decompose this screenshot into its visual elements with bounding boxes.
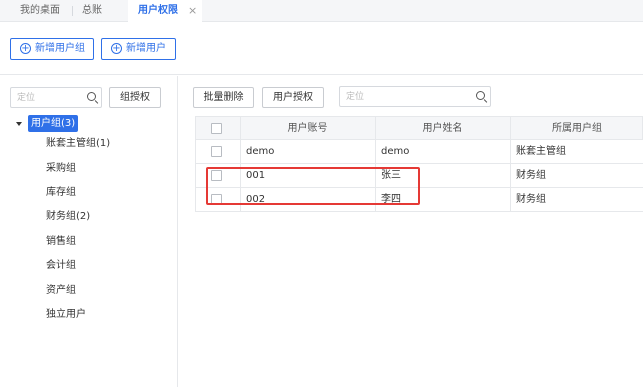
table-header: 用户账号 用户姓名 所属用户组 xyxy=(195,116,643,141)
add-user-group-label: 新增用户组 xyxy=(35,43,85,54)
user-search-input[interactable] xyxy=(340,87,410,106)
tab-user-permissions[interactable]: 用户权限 × xyxy=(128,0,202,22)
tree-item-supervisor-group[interactable]: 账套主管组(1) xyxy=(46,137,110,151)
column-divider xyxy=(510,164,511,188)
tree-item-assets-group[interactable]: 资产组 xyxy=(46,284,76,298)
column-divider xyxy=(240,188,241,212)
tree-item-inventory-group[interactable]: 库存组 xyxy=(46,186,76,200)
tab-general-ledger[interactable]: 总账 xyxy=(82,0,102,22)
tree-item-independent-users[interactable]: 独立用户 xyxy=(46,308,86,322)
tab-bar: 我的桌面 总账 用户权限 × xyxy=(0,0,643,22)
cell-name: 张三 xyxy=(381,170,401,181)
cell-name: demo xyxy=(381,146,410,157)
caret-down-icon[interactable] xyxy=(16,122,22,126)
cell-account: demo xyxy=(246,146,275,157)
table-row[interactable]: demo demo 账套主管组 xyxy=(195,140,643,164)
row-checkbox[interactable] xyxy=(211,146,222,157)
add-user-group-button[interactable]: + 新增用户组 xyxy=(10,38,94,60)
cell-group: 账套主管组 xyxy=(516,146,566,157)
tree-item-finance-group[interactable]: 财务组(2) xyxy=(46,210,90,224)
cell-group: 财务组 xyxy=(516,170,546,181)
cell-name: 李四 xyxy=(381,194,401,205)
user-authorize-button[interactable]: 用户授权 xyxy=(262,87,324,108)
tree-root-user-groups[interactable]: 用户组(3) xyxy=(28,115,79,132)
column-divider xyxy=(375,188,376,212)
plus-circle-icon: + xyxy=(111,43,122,54)
cell-account: 001 xyxy=(246,170,266,181)
tree-item-purchase-group[interactable]: 采购组 xyxy=(46,162,76,176)
group-search-field xyxy=(10,87,102,108)
row-checkbox[interactable] xyxy=(211,194,222,205)
column-divider xyxy=(510,140,511,164)
column-divider xyxy=(375,140,376,164)
tab-user-permissions-label: 用户权限 xyxy=(138,5,178,16)
batch-delete-button[interactable]: 批量删除 xyxy=(193,87,254,108)
column-divider xyxy=(510,188,511,212)
row-checkbox[interactable] xyxy=(211,170,222,181)
user-search-field xyxy=(339,86,491,107)
tree-item-accounting-group[interactable]: 会计组 xyxy=(46,259,76,273)
action-bar: + 新增用户组 + 新增用户 xyxy=(0,22,643,75)
table-row[interactable]: 001 张三 财务组 xyxy=(195,164,643,188)
column-divider xyxy=(240,164,241,188)
group-search-input[interactable] xyxy=(11,88,81,107)
add-user-label: 新增用户 xyxy=(126,43,166,54)
column-header-name: 用户姓名 xyxy=(422,123,463,134)
cell-account: 002 xyxy=(246,194,266,205)
close-icon[interactable]: × xyxy=(188,0,197,22)
select-all-checkbox[interactable] xyxy=(211,123,222,134)
table-row[interactable]: 002 李四 财务组 xyxy=(195,188,643,212)
tab-my-desktop[interactable]: 我的桌面 xyxy=(20,0,60,22)
search-icon[interactable] xyxy=(87,92,96,101)
column-divider xyxy=(375,164,376,188)
cell-group: 财务组 xyxy=(516,194,546,205)
column-header-group: 所属用户组 xyxy=(552,123,602,134)
plus-circle-icon: + xyxy=(20,43,31,54)
user-group-panel: 组授权 用户组(3) 账套主管组(1) 采购组 库存组 财务组(2) 销售组 会… xyxy=(0,76,178,387)
group-authorize-button[interactable]: 组授权 xyxy=(109,87,161,108)
tab-divider xyxy=(72,6,73,16)
user-list-panel: 批量删除 用户授权 用户账号 用户姓名 所属用户组 demo demo 账套主管… xyxy=(179,76,643,387)
tree-item-sales-group[interactable]: 销售组 xyxy=(46,235,76,249)
column-header-account: 用户账号 xyxy=(287,123,328,134)
add-user-button[interactable]: + 新增用户 xyxy=(101,38,176,60)
column-divider xyxy=(240,140,241,164)
search-icon[interactable] xyxy=(476,91,485,100)
